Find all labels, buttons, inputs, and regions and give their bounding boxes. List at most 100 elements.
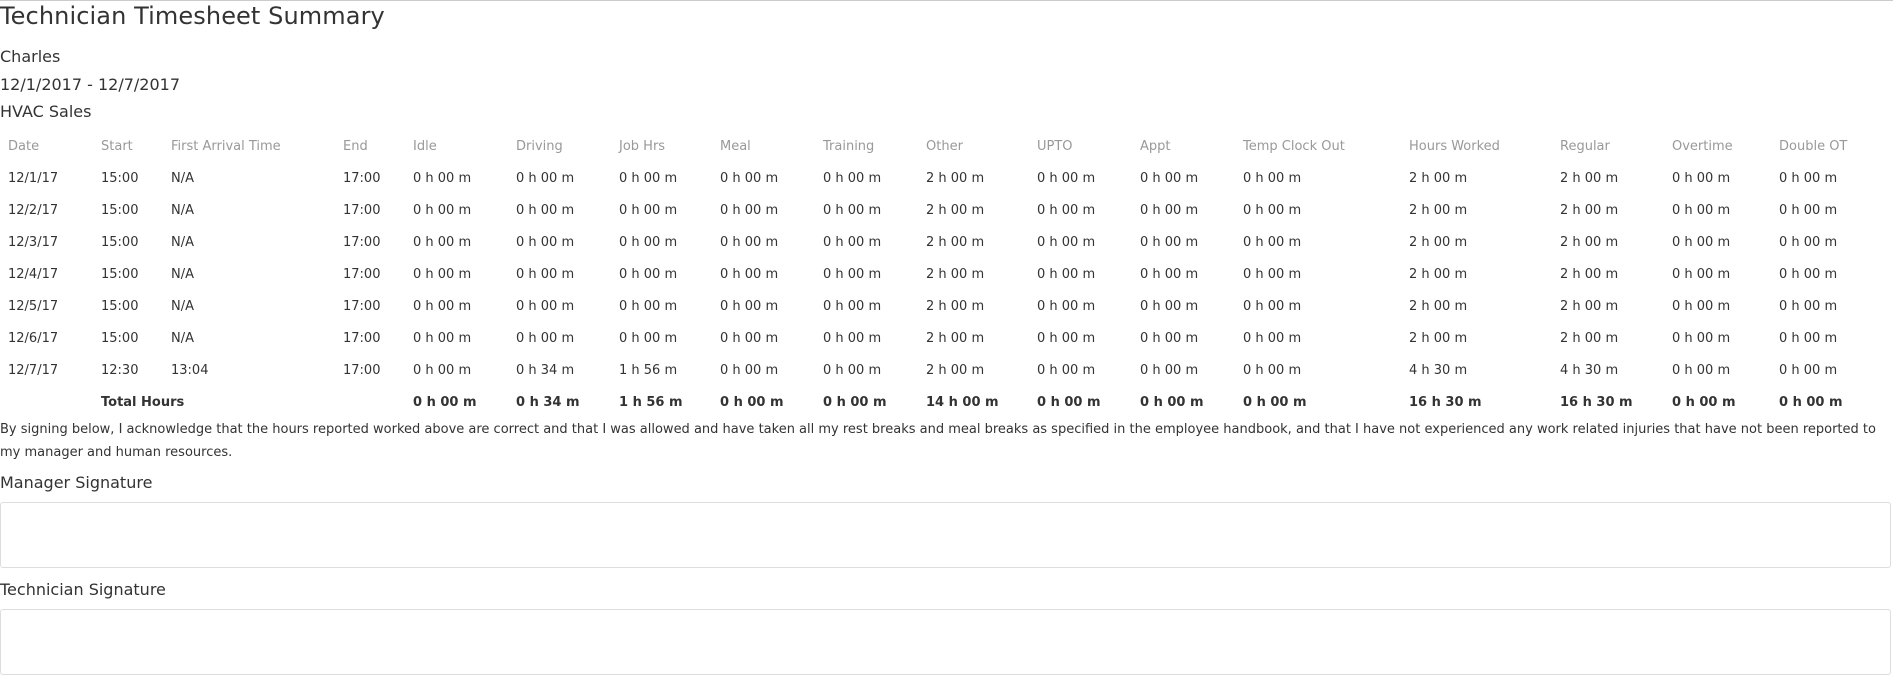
table-cell: 0 h 00 m: [720, 362, 779, 378]
column-header: Other: [926, 138, 963, 154]
table-cell: N/A: [171, 234, 194, 250]
table-cell: 0 h 00 m: [1140, 362, 1199, 378]
table-cell: 2 h 00 m: [1560, 298, 1619, 314]
column-header: Double OT: [1779, 138, 1848, 154]
table-row: 12/4/17 15:00 N/A 17:00 0 h 00 m 0 h 00 m 0 h …: [0, 258, 1893, 290]
table-cell: 0 h 00 m: [1672, 170, 1731, 186]
table-cell: 0 h 00 m: [1140, 234, 1199, 250]
table-cell: N/A: [171, 202, 194, 218]
column-header: Training: [823, 138, 875, 154]
table-cell: 2 h 00 m: [926, 170, 985, 186]
total-cell: 0 h 00 m: [1037, 394, 1101, 410]
table-cell: 0 h 00 m: [1779, 234, 1838, 250]
column-header: Regular: [1560, 138, 1610, 154]
table-cell: 2 h 00 m: [926, 202, 985, 218]
table-cell: 12/6/17: [8, 330, 59, 346]
table-cell: 0 h 00 m: [1672, 330, 1731, 346]
table-cell: 2 h 00 m: [1409, 330, 1468, 346]
table-cell: 17:00: [343, 202, 381, 218]
total-cell: 0 h 00 m: [1672, 394, 1736, 410]
table-cell: N/A: [171, 266, 194, 282]
column-header: First Arrival Time: [171, 138, 281, 154]
table-cell: 1 h 56 m: [619, 362, 678, 378]
column-header: Meal: [720, 138, 751, 154]
technician-name: Charles: [0, 47, 61, 66]
table-row: 12/6/17 15:00 N/A 17:00 0 h 00 m 0 h 00 m 0 h …: [0, 322, 1893, 354]
table-cell: 4 h 30 m: [1409, 362, 1468, 378]
table-row: 12/5/17 15:00 N/A 17:00 0 h 00 m 0 h 00 m 0 h …: [0, 290, 1893, 322]
table-cell: 0 h 00 m: [823, 362, 882, 378]
table-cell: 0 h 00 m: [619, 234, 678, 250]
table-cell: 0 h 00 m: [1140, 170, 1199, 186]
technician-signature-box[interactable]: [0, 609, 1891, 675]
table-cell: 17:00: [343, 234, 381, 250]
table-cell: 15:00: [101, 266, 139, 282]
table-cell: 0 h 00 m: [720, 298, 779, 314]
table-cell: 0 h 00 m: [823, 234, 882, 250]
table-cell: 0 h 00 m: [1243, 330, 1302, 346]
table-cell: 12/3/17: [8, 234, 59, 250]
table-cell: 0 h 00 m: [720, 170, 779, 186]
table-cell: 0 h 00 m: [413, 266, 472, 282]
total-cell: Total Hours: [101, 394, 185, 410]
column-header: Appt: [1140, 138, 1171, 154]
table-cell: 0 h 00 m: [619, 170, 678, 186]
table-body: 12/1/17 15:00 N/A 17:00 0 h 00 m 0 h 00 m 0 h …: [0, 162, 1893, 418]
table-cell: 0 h 00 m: [1243, 202, 1302, 218]
table-cell: 0 h 00 m: [1672, 298, 1731, 314]
total-cell: 0 h 00 m: [1779, 394, 1843, 410]
total-cell: [335, 386, 405, 418]
total-cell: 0 h 34 m: [516, 394, 580, 410]
column-header: Driving: [516, 138, 563, 154]
table-cell: 17:00: [343, 266, 381, 282]
table-cell: 2 h 00 m: [926, 298, 985, 314]
table-cell: 0 h 00 m: [1037, 266, 1096, 282]
table-cell: 0 h 00 m: [413, 298, 472, 314]
table-cell: 0 h 00 m: [516, 202, 575, 218]
table-header-row: Date Start First Arrival Time End Idle Drivin…: [0, 130, 1893, 162]
table-cell: 2 h 00 m: [1409, 266, 1468, 282]
table-cell: 0 h 00 m: [413, 330, 472, 346]
table-cell: 0 h 00 m: [1037, 202, 1096, 218]
table-cell: 0 h 00 m: [1672, 234, 1731, 250]
top-border: [0, 0, 1893, 1]
column-header: Start: [101, 138, 133, 154]
column-header: End: [343, 138, 368, 154]
totals-row: Total Hours 0 h 00 m 0 h 34 m 1 h 56 m 0 h 0…: [0, 386, 1893, 418]
table-cell: 0 h 00 m: [1037, 298, 1096, 314]
total-cell: [163, 386, 335, 418]
table-cell: 15:00: [101, 298, 139, 314]
table-cell: 0 h 00 m: [619, 330, 678, 346]
table-cell: 0 h 00 m: [823, 330, 882, 346]
table-cell: 0 h 00 m: [1779, 266, 1838, 282]
total-cell: 0 h 00 m: [1243, 394, 1307, 410]
manager-signature-label: Manager Signature: [0, 473, 153, 492]
table-cell: 2 h 00 m: [926, 234, 985, 250]
total-cell: 16 h 30 m: [1560, 394, 1633, 410]
timesheet-table: Date Start First Arrival Time End Idle Drivin…: [0, 130, 1893, 418]
manager-signature-box[interactable]: [0, 502, 1891, 568]
table-cell: 0 h 00 m: [516, 234, 575, 250]
table-cell: 0 h 00 m: [1037, 170, 1096, 186]
acknowledgement-text: By signing below, I acknowledge that the…: [0, 422, 1876, 460]
total-cell: 0 h 00 m: [413, 394, 477, 410]
table-cell: 0 h 00 m: [619, 202, 678, 218]
table-cell: 12/1/17: [8, 170, 59, 186]
table-cell: 17:00: [343, 362, 381, 378]
total-cell: 14 h 00 m: [926, 394, 999, 410]
column-header: UPTO: [1037, 138, 1073, 154]
table-cell: 2 h 00 m: [1409, 234, 1468, 250]
table-cell: 2 h 00 m: [1560, 266, 1619, 282]
table-cell: 2 h 00 m: [1409, 202, 1468, 218]
table-cell: 2 h 00 m: [1560, 234, 1619, 250]
table-cell: 2 h 00 m: [926, 330, 985, 346]
table-cell: 0 h 00 m: [1779, 202, 1838, 218]
table-row: 12/7/17 12:30 13:04 17:00 0 h 00 m 0 h 34 m 1 …: [0, 354, 1893, 386]
department-name: HVAC Sales: [0, 102, 92, 121]
table-cell: 0 h 00 m: [1037, 330, 1096, 346]
table-cell: N/A: [171, 170, 194, 186]
table-cell: 0 h 00 m: [720, 330, 779, 346]
technician-signature-label: Technician Signature: [0, 580, 166, 599]
page-title: Technician Timesheet Summary: [0, 2, 385, 30]
table-cell: 0 h 00 m: [720, 266, 779, 282]
